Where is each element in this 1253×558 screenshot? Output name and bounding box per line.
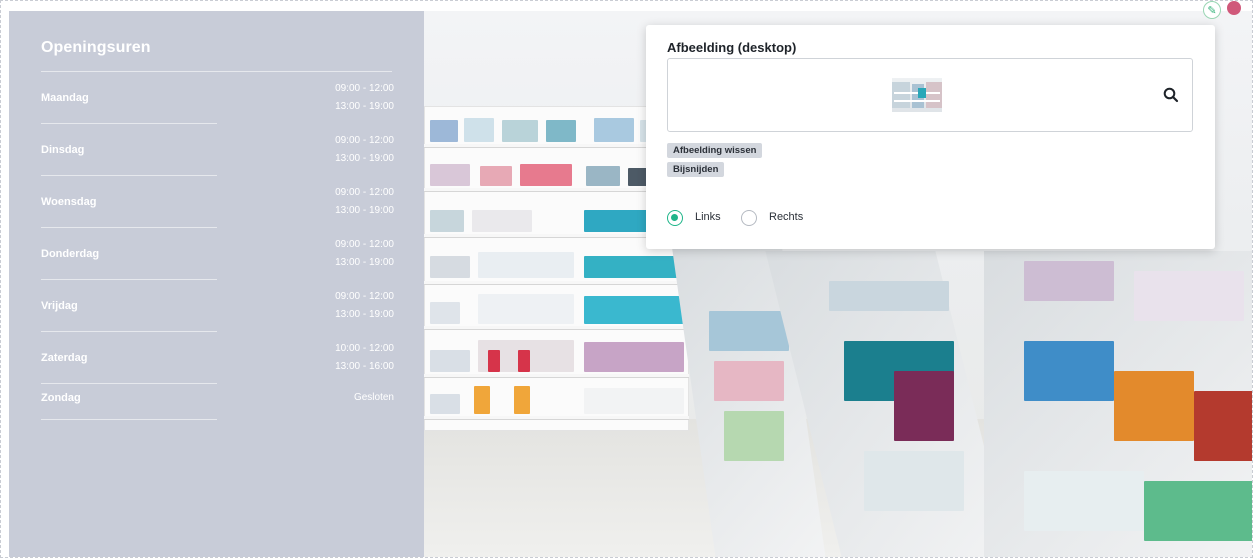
hours-row-donderdag: Donderdag 09:00 - 12:00 13:00 - 19:00 bbox=[41, 228, 394, 280]
time-slot: 09:00 - 12:00 bbox=[335, 187, 394, 198]
radio-left[interactable] bbox=[667, 210, 683, 226]
time-slot: 09:00 - 12:00 bbox=[335, 135, 394, 146]
time-slots: 09:00 - 12:00 13:00 - 19:00 bbox=[335, 184, 394, 220]
image-settings-popup: Afbeelding (desktop) Afbeelding wissen B… bbox=[646, 25, 1215, 249]
radio-right[interactable] bbox=[741, 210, 757, 226]
opening-hours-panel[interactable]: Openingsuren Maandag 09:00 - 12:00 13:00… bbox=[9, 11, 424, 557]
hours-row-woensdag: Woensdag 09:00 - 12:00 13:00 - 19:00 bbox=[41, 176, 394, 228]
day-label: Zaterdag bbox=[41, 352, 88, 364]
time-slots: 10:00 - 12:00 13:00 - 16:00 bbox=[335, 340, 394, 376]
day-label: Vrijdag bbox=[41, 300, 78, 312]
time-slots: 09:00 - 12:00 13:00 - 19:00 bbox=[335, 236, 394, 272]
search-image-button[interactable] bbox=[1162, 86, 1180, 104]
clear-image-button[interactable]: Afbeelding wissen bbox=[667, 143, 763, 158]
day-label: Dinsdag bbox=[41, 144, 85, 156]
radio-left-label[interactable]: Links bbox=[695, 211, 721, 223]
hours-row-maandag: Maandag 09:00 - 12:00 13:00 - 19:00 bbox=[41, 72, 394, 124]
time-slots: 09:00 - 12:00 13:00 - 19:00 bbox=[335, 132, 394, 168]
time-slots: 09:00 - 12:00 13:00 - 19:00 bbox=[335, 80, 394, 116]
time-slots: 09:00 - 12:00 13:00 - 19:00 bbox=[335, 288, 394, 324]
image-picker-field[interactable] bbox=[667, 58, 1193, 132]
editor-canvas: Openingsuren Maandag 09:00 - 12:00 13:00… bbox=[0, 0, 1253, 558]
row-divider bbox=[41, 419, 217, 420]
popup-title: Afbeelding (desktop) bbox=[667, 40, 797, 55]
crop-button[interactable]: Bijsnijden bbox=[667, 162, 725, 177]
status-dot bbox=[1227, 1, 1241, 15]
time-slot: 13:00 - 19:00 bbox=[335, 153, 394, 164]
hours-row-vrijdag: Vrijdag 09:00 - 12:00 13:00 - 19:00 bbox=[41, 280, 394, 332]
day-label: Donderdag bbox=[41, 248, 100, 260]
time-slot: 13:00 - 19:00 bbox=[335, 101, 394, 112]
time-slots: Gesloten bbox=[354, 389, 394, 407]
day-label: Zondag bbox=[41, 392, 81, 404]
time-slot: 09:00 - 12:00 bbox=[335, 83, 394, 94]
edit-pencil-button[interactable]: ✎ bbox=[1203, 1, 1221, 19]
time-slot: 13:00 - 16:00 bbox=[335, 361, 394, 372]
image-thumbnail[interactable] bbox=[892, 78, 942, 112]
radio-right-label[interactable]: Rechts bbox=[769, 211, 803, 223]
time-slot: 09:00 - 12:00 bbox=[335, 239, 394, 250]
opening-hours-title: Openingsuren bbox=[41, 39, 151, 56]
hours-row-dinsdag: Dinsdag 09:00 - 12:00 13:00 - 19:00 bbox=[41, 124, 394, 176]
time-slot: 09:00 - 12:00 bbox=[335, 291, 394, 302]
day-label: Woensdag bbox=[41, 196, 97, 208]
pencil-icon: ✎ bbox=[1207, 4, 1217, 17]
search-icon bbox=[1163, 87, 1179, 103]
hours-row-zondag: Zondag Gesloten bbox=[41, 376, 394, 420]
time-slot: Gesloten bbox=[353, 392, 394, 403]
time-slot: 13:00 - 19:00 bbox=[335, 257, 394, 268]
time-slot: 13:00 - 19:00 bbox=[335, 309, 394, 320]
time-slot: 13:00 - 19:00 bbox=[335, 205, 394, 216]
time-slot: 10:00 - 12:00 bbox=[335, 343, 394, 354]
day-label: Maandag bbox=[41, 92, 89, 104]
